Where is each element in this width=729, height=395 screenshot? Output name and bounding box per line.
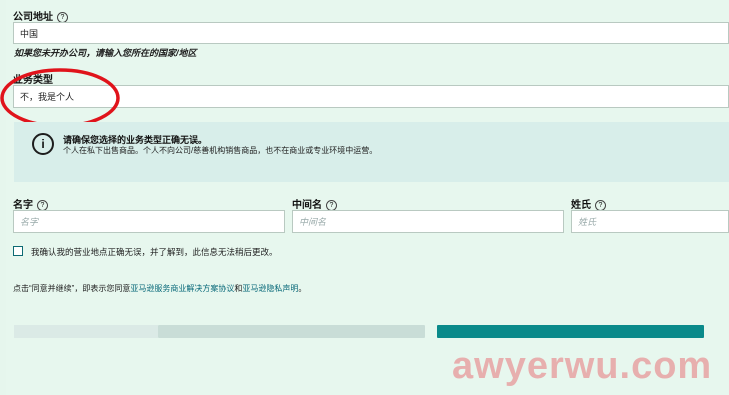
service-agreement-link[interactable]: 亚马逊服务商业解决方案协议 <box>130 284 234 293</box>
company-address-label: 公司地址? <box>13 8 68 23</box>
info-text: 个人在私下出售商品。个人不向公司/慈善机构销售商品，也不在商业或专业环境中运营。 <box>63 146 378 155</box>
first-name-input[interactable]: 名字 <box>13 210 285 233</box>
business-type-label: 业务类型 <box>13 75 53 86</box>
agreement-text: 点击“同意并继续”，即表示您同意亚马逊服务商业解决方案协议和亚马逊隐私声明。 <box>13 283 306 294</box>
confirm-checkbox[interactable] <box>13 246 23 256</box>
watermark: awyerwu.com <box>452 345 713 387</box>
company-address-hint: 如果您未开办公司，请输入您所在的国家/地区 <box>14 48 197 58</box>
agreement-prefix: 点击“同意并继续”，即表示您同意 <box>13 284 131 293</box>
agreement-suffix: 。 <box>298 284 307 293</box>
last-name-label: 姓氏? <box>571 196 606 211</box>
confirm-checkbox-label: 我确认我的营业地点正确无误，并了解到，此信息无法稍后更改。 <box>31 247 278 257</box>
middle-name-label: 中间名? <box>292 196 337 211</box>
company-address-field[interactable]: 中国 <box>13 22 729 44</box>
agree-continue-button[interactable] <box>437 325 704 338</box>
secondary-button[interactable] <box>158 325 425 338</box>
business-type-select[interactable]: 不，我是个人 <box>13 85 729 108</box>
privacy-notice-link[interactable]: 亚马逊隐私声明 <box>242 284 298 293</box>
middle-name-input[interactable]: 中间名 <box>292 210 564 233</box>
info-icon: i <box>32 133 54 155</box>
first-name-label: 名字? <box>13 196 48 211</box>
last-name-input[interactable]: 姓氏 <box>571 210 729 233</box>
button-bar-left <box>14 325 158 338</box>
